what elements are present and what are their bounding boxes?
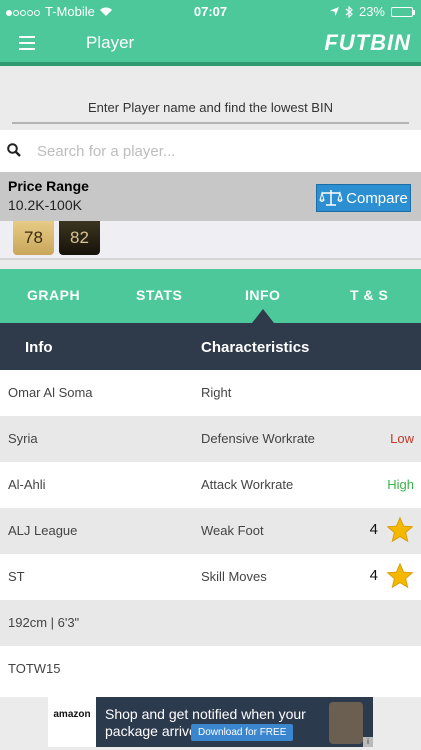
skill-moves-value: 4 [369, 567, 378, 584]
row-info: 192cm | 6'3" [8, 615, 80, 630]
row-info: Omar Al Soma [8, 385, 93, 400]
top-nav-bar: Player FUTBIN [0, 22, 421, 64]
row-characteristic: Skill Moves [201, 569, 267, 584]
search-icon [7, 143, 21, 157]
info-table-header: Info Characteristics [0, 323, 421, 370]
futbin-logo[interactable]: FUTBIN [324, 30, 411, 56]
page-title: Player [86, 33, 135, 52]
tab-bar: GRAPH STATS INFO T & S [0, 269, 421, 323]
table-row: ALJ League Weak Foot 4 [0, 508, 421, 554]
compare-label: Compare [346, 189, 408, 207]
star-icon [386, 562, 414, 589]
tab-ts[interactable]: T & S [350, 287, 388, 303]
table-row: ST Skill Moves 4 [0, 554, 421, 600]
attack-workrate-value: High [387, 477, 414, 492]
price-range-value: 10.2K-100K [8, 197, 82, 213]
rating-card-gold[interactable]: 78 [13, 221, 54, 255]
status-bar: T-Mobile 07:07 23% [0, 0, 421, 22]
search-row [0, 130, 421, 172]
table-row: TOTW15 [0, 646, 421, 697]
weak-foot-value: 4 [369, 521, 378, 538]
search-input[interactable] [30, 138, 410, 164]
rating-card-dark[interactable]: 82 [59, 221, 100, 255]
row-info: ALJ League [8, 523, 78, 538]
tab-stats[interactable]: STATS [136, 287, 182, 303]
rating-area: 78 82 [0, 221, 421, 260]
ad-download-button[interactable]: Download for FREE [191, 724, 294, 741]
hint-divider [12, 122, 409, 124]
tab-graph[interactable]: GRAPH [27, 287, 80, 303]
row-characteristic: Defensive Workrate [201, 431, 315, 446]
header-info: Info [25, 339, 53, 356]
row-info: ST [8, 569, 25, 584]
row-characteristic: Attack Workrate [201, 477, 294, 492]
search-hint: Enter Player name and find the lowest BI… [88, 100, 333, 115]
price-range-label: Price Range [8, 178, 89, 194]
ad-info-icon[interactable]: i [363, 737, 373, 747]
price-range-bar: Price Range 10.2K-100K Compare [0, 172, 421, 221]
bluetooth-icon [345, 5, 353, 18]
scale-icon [319, 190, 343, 206]
battery-icon [391, 6, 415, 17]
rating-divider [0, 258, 421, 260]
table-row: Syria Defensive Workrate Low [0, 416, 421, 462]
nav-border [0, 62, 421, 66]
star-icon [386, 516, 414, 543]
status-right: 23% [329, 4, 415, 19]
battery-percent: 23% [358, 4, 385, 19]
location-icon [329, 7, 339, 16]
defensive-workrate-value: Low [390, 431, 414, 446]
row-characteristic: Weak Foot [201, 523, 264, 538]
hamburger-menu-icon[interactable] [19, 36, 35, 54]
compare-button[interactable]: Compare [316, 184, 411, 212]
row-info: TOTW15 [8, 661, 61, 676]
row-info: Syria [8, 431, 38, 446]
tab-info[interactable]: INFO [245, 287, 280, 303]
table-row: 192cm | 6'3" [0, 600, 421, 646]
row-characteristic: Right [201, 385, 232, 400]
ad-banner[interactable]: amazon Shop and get notified when your p… [48, 697, 373, 747]
table-row: Omar Al Soma Right [0, 370, 421, 416]
row-info: Al-Ahli [8, 477, 46, 492]
phone-image [329, 702, 363, 744]
amazon-logo: amazon [48, 697, 96, 747]
header-characteristics: Characteristics [201, 339, 310, 356]
table-row: Al-Ahli Attack Workrate High [0, 462, 421, 508]
active-tab-indicator [252, 309, 274, 323]
